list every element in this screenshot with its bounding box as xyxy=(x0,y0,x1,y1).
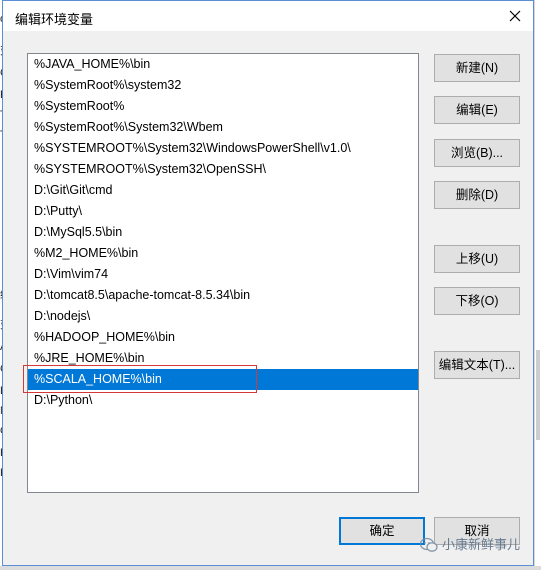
path-list-item[interactable]: D:\Python\ xyxy=(28,390,418,411)
path-list-item[interactable]: %HADOOP_HOME%\bin xyxy=(28,327,418,348)
path-list-item[interactable]: %SYSTEMROOT%\System32\WindowsPowerShell\… xyxy=(28,138,418,159)
move-up-button[interactable]: 上移(U) xyxy=(434,245,520,273)
new-button[interactable]: 新建(N) xyxy=(434,54,520,82)
ok-button[interactable]: 确定 xyxy=(339,517,425,545)
path-list-item[interactable]: D:\MySql5.5\bin xyxy=(28,222,418,243)
path-list-item[interactable]: %SystemRoot%\system32 xyxy=(28,75,418,96)
path-entries-list[interactable]: %JAVA_HOME%\bin %SystemRoot%\system32 %Sys… xyxy=(27,53,419,493)
path-list-item[interactable]: %JAVA_HOME%\bin xyxy=(28,54,418,75)
path-list-item[interactable]: D:\Putty\ xyxy=(28,201,418,222)
close-button[interactable] xyxy=(503,5,527,27)
close-icon xyxy=(509,10,521,22)
background-scroll-thumb xyxy=(536,350,540,440)
background-scrollbar xyxy=(534,0,541,570)
path-list-item[interactable]: %SystemRoot% xyxy=(28,96,418,117)
edit-environment-variable-dialog: 编辑环境变量 %JAVA_HOME%\bin %SystemRoot%\syste… xyxy=(2,0,534,566)
path-list-item[interactable]: D:\Vim\vim74 xyxy=(28,264,418,285)
annotation-highlight-box xyxy=(23,365,257,393)
browse-button[interactable]: 浏览(B)... xyxy=(434,139,520,167)
path-list-item[interactable]: D:\Git\Git\cmd xyxy=(28,180,418,201)
move-down-button[interactable]: 下移(O) xyxy=(434,287,520,315)
dialog-title: 编辑环境变量 xyxy=(15,12,94,27)
watermark: 小康新鲜事儿 xyxy=(419,534,521,554)
path-list-item[interactable]: D:\nodejs\ xyxy=(28,306,418,327)
background-bottom-strip xyxy=(0,566,541,570)
watermark-text: 小康新鲜事儿 xyxy=(442,537,521,552)
title-bar: 编辑环境变量 xyxy=(3,1,533,31)
path-list-item[interactable]: D:\tomcat8.5\apache-tomcat-8.5.34\bin xyxy=(28,285,418,306)
path-list-item[interactable]: %SYSTEMROOT%\System32\OpenSSH\ xyxy=(28,159,418,180)
edit-text-button[interactable]: 编辑文本(T)... xyxy=(434,351,520,379)
delete-button[interactable]: 删除(D) xyxy=(434,181,520,209)
path-list-item[interactable]: %M2_HOME%\bin xyxy=(28,243,418,264)
wechat-icon xyxy=(419,537,438,552)
path-list-item[interactable]: %SystemRoot%\System32\Wbem xyxy=(28,117,418,138)
edit-button[interactable]: 编辑(E) xyxy=(434,96,520,124)
